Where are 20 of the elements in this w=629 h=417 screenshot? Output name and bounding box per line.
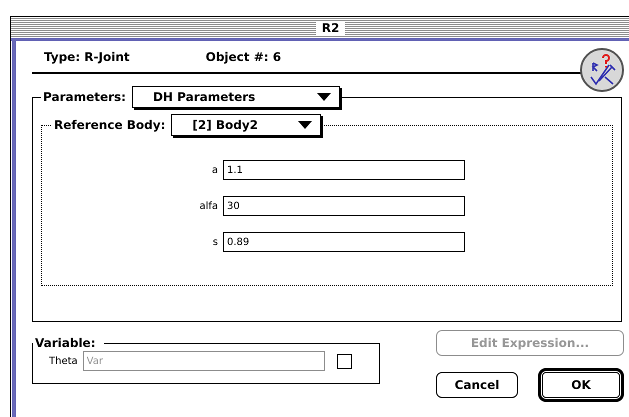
- reference-body-label: Reference Body:: [54, 118, 166, 132]
- field-label: a: [210, 164, 219, 176]
- field-label: Theta: [49, 356, 79, 366]
- ok-button[interactable]: OK: [538, 368, 624, 402]
- variable-label: Variable:: [35, 336, 96, 350]
- cancel-button[interactable]: Cancel: [436, 372, 518, 398]
- input-field[interactable]: 1.1: [223, 160, 465, 180]
- parameters-dropdown[interactable]: DH Parameters: [132, 86, 340, 108]
- object-label: Object #: 6: [206, 50, 282, 64]
- field-label: alfa: [198, 200, 219, 212]
- caret-icon: [316, 93, 331, 101]
- reference-body-dropdown[interactable]: [2] Body2: [171, 114, 322, 136]
- caret-icon: [298, 121, 312, 129]
- parameters-label: Parameters:: [43, 90, 127, 104]
- type-label: Type: R-Joint: [44, 50, 130, 64]
- input-field[interactable]: 0.89: [223, 232, 465, 252]
- window-title: R2: [316, 20, 346, 34]
- field-label: s: [212, 236, 219, 248]
- input-field[interactable]: 30: [223, 196, 465, 216]
- robot-arm-icon: [579, 47, 625, 93]
